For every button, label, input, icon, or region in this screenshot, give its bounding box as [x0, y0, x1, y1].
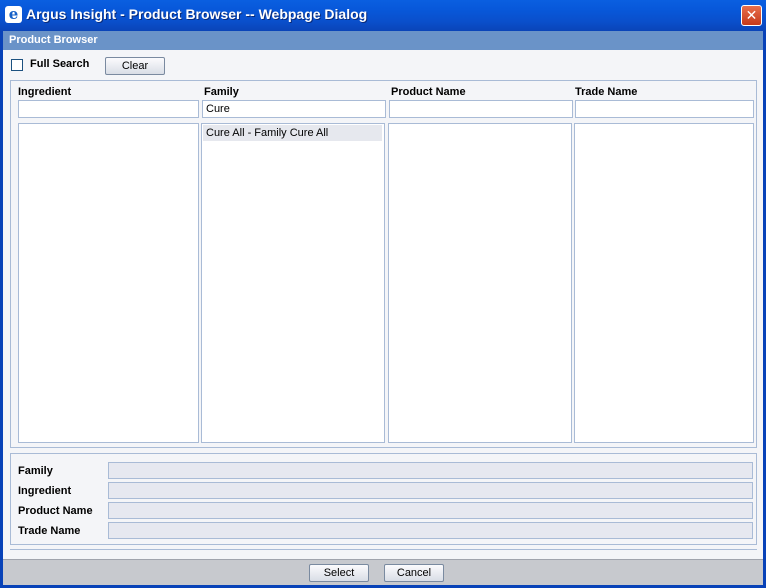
trade-name-list[interactable] — [574, 123, 754, 443]
family-list[interactable]: Cure All - Family Cure All — [201, 123, 385, 443]
selected-ingredient-label: Ingredient — [18, 485, 72, 497]
selected-ingredient-field — [108, 482, 753, 499]
cancel-button[interactable]: Cancel — [384, 564, 444, 582]
ingredient-filter-input[interactable] — [18, 100, 199, 118]
trade-name-filter-input[interactable] — [575, 100, 754, 118]
select-button[interactable]: Select — [309, 564, 369, 582]
divider — [10, 549, 757, 550]
footer-bar: Select Cancel — [3, 559, 763, 585]
close-button[interactable]: ✕ — [741, 5, 762, 26]
family-filter-input[interactable]: Cure — [202, 100, 386, 118]
selected-product-name-label: Product Name — [18, 505, 93, 517]
selected-product-name-field — [108, 502, 753, 519]
selected-trade-name-field — [108, 522, 753, 539]
product-browser-panel: Ingredient Family Product Name Trade Nam… — [10, 80, 757, 448]
title-bar: e Argus Insight - Product Browser -- Web… — [0, 0, 766, 31]
column-header-family: Family — [204, 86, 239, 98]
selected-family-label: Family — [18, 465, 53, 477]
selection-panel: Family Ingredient Product Name Trade Nam… — [10, 453, 757, 545]
product-name-filter-input[interactable] — [389, 100, 573, 118]
ie-icon: e — [5, 6, 22, 23]
dialog-frame: Product Browser Full Search Clear Ingred… — [0, 31, 766, 588]
full-search-label: Full Search — [30, 58, 90, 70]
column-header-product-name: Product Name — [391, 86, 466, 98]
clear-button[interactable]: Clear — [105, 57, 165, 75]
full-search-checkbox[interactable] — [11, 59, 23, 71]
column-header-trade-name: Trade Name — [575, 86, 638, 98]
column-header-ingredient: Ingredient — [18, 86, 72, 98]
selected-trade-name-label: Trade Name — [18, 525, 81, 537]
product-name-list[interactable] — [388, 123, 572, 443]
list-item[interactable]: Cure All - Family Cure All — [203, 125, 382, 141]
selected-family-field — [108, 462, 753, 479]
window-title: Argus Insight - Product Browser -- Webpa… — [26, 6, 368, 22]
ingredient-list[interactable] — [18, 123, 199, 443]
panel-header: Product Browser — [3, 31, 763, 50]
